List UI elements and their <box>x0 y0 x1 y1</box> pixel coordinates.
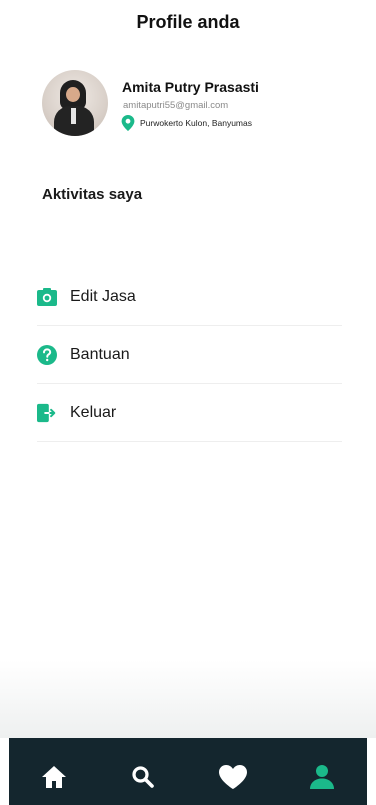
profile-card: Amita Putry Prasasti amitaputri55@gmail.… <box>42 70 342 136</box>
nav-search-button[interactable] <box>123 757 163 797</box>
search-icon <box>132 765 155 788</box>
logout-icon <box>37 403 57 423</box>
location-text: Purwokerto Kulon, Banyumas <box>140 118 252 128</box>
activities-title: Aktivitas saya <box>42 186 143 203</box>
heart-icon <box>218 764 247 789</box>
profile-location: Purwokerto Kulon, Banyumas <box>121 115 252 131</box>
profile-name: Amita Putry Prasasti <box>122 79 259 95</box>
camera-icon <box>37 287 57 307</box>
avatar[interactable] <box>42 70 108 136</box>
help-icon <box>37 344 57 365</box>
profile-email: amitaputri55@gmail.com <box>123 100 229 111</box>
menu-item-label: Edit Jasa <box>70 287 136 305</box>
location-pin-icon <box>121 115 135 131</box>
menu-item-edit-jasa[interactable]: Edit Jasa <box>37 268 342 326</box>
nav-home-button[interactable] <box>34 757 74 797</box>
menu-item-keluar[interactable]: Keluar <box>37 384 342 442</box>
menu-item-label: Bantuan <box>70 345 130 363</box>
nav-profile-button[interactable] <box>302 757 342 797</box>
bottom-fade <box>0 660 376 738</box>
bottom-navigation <box>9 738 367 805</box>
page-title: Profile anda <box>136 12 240 32</box>
nav-favorites-button[interactable] <box>213 757 253 797</box>
menu-item-bantuan[interactable]: Bantuan <box>37 326 342 384</box>
user-icon <box>310 764 335 789</box>
home-icon <box>41 765 66 788</box>
menu-item-label: Keluar <box>70 403 117 421</box>
menu-list: Edit Jasa Bantuan Keluar <box>37 268 342 442</box>
